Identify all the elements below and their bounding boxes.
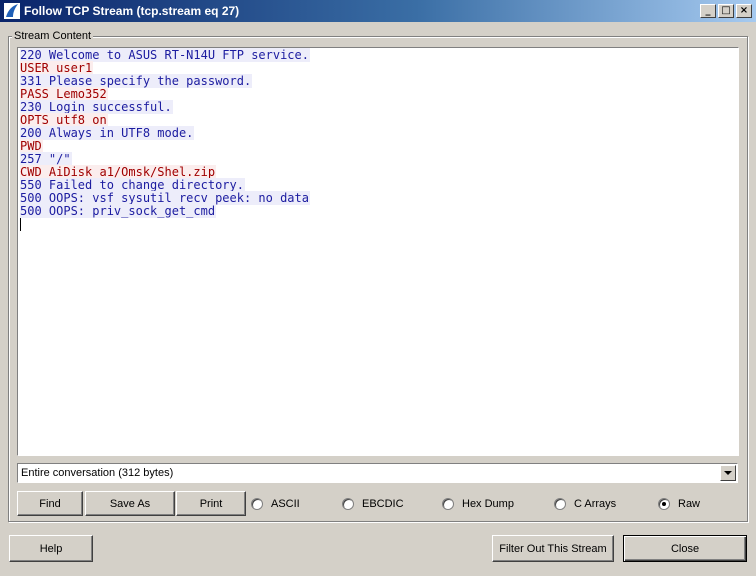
radio-ascii-label: ASCII <box>271 498 300 510</box>
radio-c-arrays-label: C Arrays <box>574 498 617 510</box>
radio-raw-label: Raw <box>678 498 701 510</box>
close-window-button[interactable]: × <box>736 4 752 18</box>
stream-text-area[interactable]: 220 Welcome to ASUS RT-N14U FTP service.… <box>17 47 739 456</box>
close-button[interactable]: Close <box>623 535 747 562</box>
radio-c-arrays-dot[interactable] <box>554 498 566 510</box>
server-text: 500 OOPS: vsf_sysutil_recv_peek: no data <box>20 191 310 205</box>
server-text: 550 Failed to change directory. <box>20 178 245 192</box>
conversation-select[interactable]: Entire conversation (312 bytes) <box>17 463 738 483</box>
radio-c-arrays[interactable]: C Arrays <box>554 496 616 512</box>
radio-raw[interactable]: Raw <box>658 496 700 512</box>
stream-line: 220 Welcome to ASUS RT-N14U FTP service. <box>20 48 736 62</box>
find-button[interactable]: Find <box>17 491 83 516</box>
conversation-select-value: Entire conversation (312 bytes) <box>21 467 174 479</box>
server-text: 220 Welcome to ASUS RT-N14U FTP service. <box>20 48 310 62</box>
client-text: CWD AiDisk_a1/Omsk/Shel.zip <box>20 165 217 179</box>
close-button-label: Close <box>670 542 700 555</box>
print-button[interactable]: Print <box>176 491 246 516</box>
help-button-label: Help <box>39 542 63 555</box>
radio-ebcdic-dot[interactable] <box>342 498 354 510</box>
save-as-button-label: Save As <box>109 497 151 510</box>
stream-line: 500 OOPS: priv_sock_get_cmd <box>20 204 736 218</box>
client-text: PWD <box>20 139 43 153</box>
dropdown-arrow-button[interactable] <box>720 465 736 481</box>
server-text: 200 Always in UTF8 mode. <box>20 126 195 140</box>
find-button-label: Find <box>39 497 61 510</box>
radio-ebcdic[interactable]: EBCDIC <box>342 496 404 512</box>
server-text: 331 Please specify the password. <box>20 74 253 88</box>
stream-line: 230 Login successful. <box>20 100 736 114</box>
radio-hex-dump[interactable]: Hex Dump <box>442 496 514 512</box>
text-caret <box>20 218 21 231</box>
stream-line: 200 Always in UTF8 mode. <box>20 126 736 140</box>
stream-content-label: Stream Content <box>12 30 94 42</box>
client-text: PASS Lemo352 <box>20 87 108 101</box>
radio-raw-dot[interactable] <box>658 498 670 510</box>
radio-hex-dump-label: Hex Dump <box>462 498 514 510</box>
filter-out-stream-button[interactable]: Filter Out This Stream <box>492 535 614 562</box>
print-button-label: Print <box>199 497 223 510</box>
chevron-down-icon <box>724 470 732 475</box>
minimize-button[interactable]: _ <box>700 4 716 18</box>
filter-out-stream-label: Filter Out This Stream <box>499 542 607 555</box>
radio-ebcdic-label: EBCDIC <box>362 498 404 510</box>
client-text: OPTS utf8 on <box>20 113 108 127</box>
server-text: 257 "/" <box>20 152 72 166</box>
title-bar: Follow TCP Stream (tcp.stream eq 27) _ □… <box>0 0 756 22</box>
stream-line: PWD <box>20 139 736 153</box>
help-button[interactable]: Help <box>9 535 93 562</box>
radio-hex-dump-dot[interactable] <box>442 498 454 510</box>
maximize-button[interactable]: □ <box>718 4 734 18</box>
window-title: Follow TCP Stream (tcp.stream eq 27) <box>24 4 240 18</box>
radio-ascii[interactable]: ASCII <box>251 496 300 512</box>
stream-line: 331 Please specify the password. <box>20 74 736 88</box>
server-text: 230 Login successful. <box>20 100 173 114</box>
server-text: 500 OOPS: priv_sock_get_cmd <box>20 204 217 218</box>
wireshark-fin-icon <box>4 3 20 19</box>
save-as-button[interactable]: Save As <box>85 491 175 516</box>
client-text: USER user1 <box>20 61 94 75</box>
radio-ascii-dot[interactable] <box>251 498 263 510</box>
